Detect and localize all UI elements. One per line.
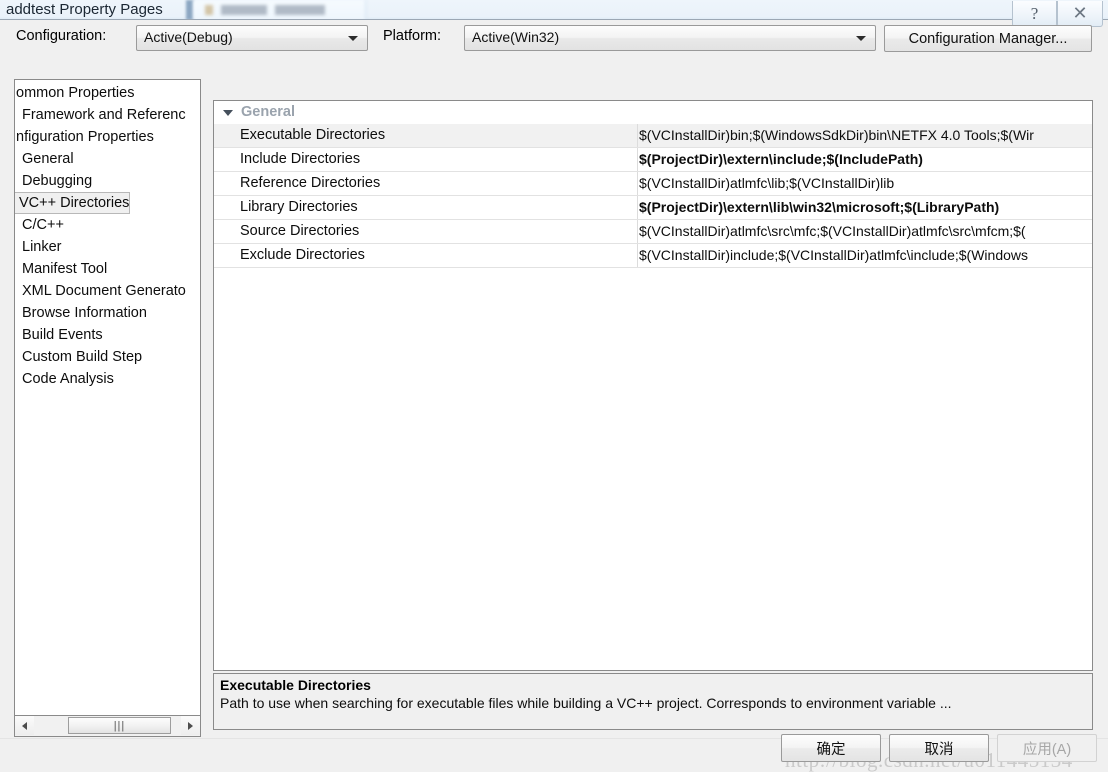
apply-button: 应用(A) — [997, 734, 1097, 762]
property-value[interactable]: $(VCInstallDir)bin;$(WindowsSdkDir)bin\N… — [639, 124, 1092, 147]
configuration-value: Active(Debug) — [144, 29, 233, 45]
scrollbar-thumb[interactable]: ||| — [68, 717, 171, 734]
property-row[interactable]: Reference Directories $(VCInstallDir)atlm… — [214, 172, 1092, 196]
tree-item[interactable]: Browse Information — [19, 302, 147, 324]
scroll-left-arrow-button[interactable] — [15, 716, 34, 735]
tree-horizontal-scrollbar[interactable]: ||| — [14, 716, 201, 737]
tree-item[interactable]: General — [19, 148, 74, 170]
property-name: Library Directories — [240, 199, 358, 215]
property-value[interactable]: $(VCInstallDir)atlmfc\lib;$(VCInstallDir… — [639, 172, 1092, 195]
platform-value: Active(Win32) — [472, 29, 560, 45]
scroll-right-arrow-button[interactable] — [181, 716, 200, 735]
column-divider[interactable] — [637, 220, 638, 243]
ok-button[interactable]: 确定 — [781, 734, 881, 762]
chevron-down-icon — [348, 36, 358, 41]
configuration-dropdown[interactable]: Active(Debug) — [136, 25, 368, 51]
dialog-title: addtest Property Pages — [6, 1, 163, 18]
property-pages-dialog: addtest Property Pages ? ✕ Configuration… — [0, 1, 1108, 772]
property-row[interactable]: Exclude Directories $(VCInstallDir)includ… — [214, 244, 1092, 268]
chevron-down-icon — [856, 36, 866, 41]
dialog-title-bar: addtest Property Pages — [0, 1, 1108, 20]
platform-label: Platform: — [383, 28, 442, 44]
description-pane: Executable Directories Path to use when … — [213, 673, 1093, 730]
property-grid[interactable]: General Executable Directories $(VCInstall… — [213, 100, 1093, 671]
arrow-left-icon — [22, 721, 27, 730]
property-name: Include Directories — [240, 151, 361, 167]
property-row[interactable]: Source Directories $(VCInstallDir)atlmfc\… — [214, 220, 1092, 244]
property-name: Executable Directories — [240, 127, 386, 143]
tree-item[interactable]: Manifest Tool — [19, 258, 107, 280]
tree-item[interactable]: Code Analysis — [19, 368, 114, 390]
arrow-right-icon — [188, 721, 193, 730]
collapse-triangle-icon — [223, 110, 233, 116]
tree-item[interactable]: Framework and Referenc — [19, 104, 186, 126]
tree-item[interactable]: ommon Properties — [15, 82, 134, 104]
property-value[interactable]: $(VCInstallDir)include;$(VCInstallDir)at… — [639, 244, 1092, 267]
property-group-label: General — [241, 104, 295, 120]
configuration-manager-button[interactable]: Configuration Manager... — [884, 25, 1092, 52]
tree-item[interactable]: C/C++ — [19, 214, 64, 236]
property-tree[interactable]: ommon Properties Framework and Referenc nf… — [14, 79, 201, 716]
property-name: Exclude Directories — [240, 247, 365, 263]
tree-item[interactable]: VC++ Directories — [15, 192, 131, 214]
tree-item[interactable]: Debugging — [19, 170, 92, 192]
column-divider[interactable] — [637, 124, 638, 147]
column-divider[interactable] — [637, 148, 638, 171]
property-name: Source Directories — [240, 223, 360, 239]
cancel-button[interactable]: 取消 — [889, 734, 989, 762]
property-value[interactable]: $(VCInstallDir)atlmfc\src\mfc;$(VCInstal… — [639, 220, 1092, 243]
column-divider[interactable] — [637, 244, 638, 267]
platform-dropdown[interactable]: Active(Win32) — [464, 25, 876, 51]
property-row[interactable]: Library Directories $(ProjectDir)\extern\… — [214, 196, 1092, 220]
property-value[interactable]: $(ProjectDir)\extern\lib\win32\microsoft… — [639, 196, 1092, 219]
column-divider[interactable] — [637, 196, 638, 219]
tree-item[interactable]: Linker — [19, 236, 62, 258]
property-value[interactable]: $(ProjectDir)\extern\include;$(IncludePa… — [639, 148, 1092, 171]
tree-item[interactable]: XML Document Generato — [19, 280, 186, 302]
configuration-label: Configuration: — [16, 28, 107, 44]
tree-item[interactable]: nfiguration Properties — [15, 126, 154, 148]
description-text: Path to use when searching for executabl… — [220, 695, 952, 711]
property-row[interactable]: Include Directories $(ProjectDir)\extern\… — [214, 148, 1092, 172]
tree-item[interactable]: Custom Build Step — [19, 346, 142, 368]
property-group-header[interactable]: General — [214, 101, 1092, 124]
configuration-toolbar: Configuration: Active(Debug) Platform: A… — [0, 20, 1108, 58]
property-row[interactable]: Executable Directories $(VCInstallDir)bin… — [214, 124, 1092, 148]
column-divider[interactable] — [637, 172, 638, 195]
tree-item[interactable]: Build Events — [19, 324, 103, 346]
property-pages-screen: addtest Property Pages ? ✕ Configuration… — [0, 0, 1108, 772]
description-title: Executable Directories — [220, 677, 371, 693]
property-name: Reference Directories — [240, 175, 381, 191]
